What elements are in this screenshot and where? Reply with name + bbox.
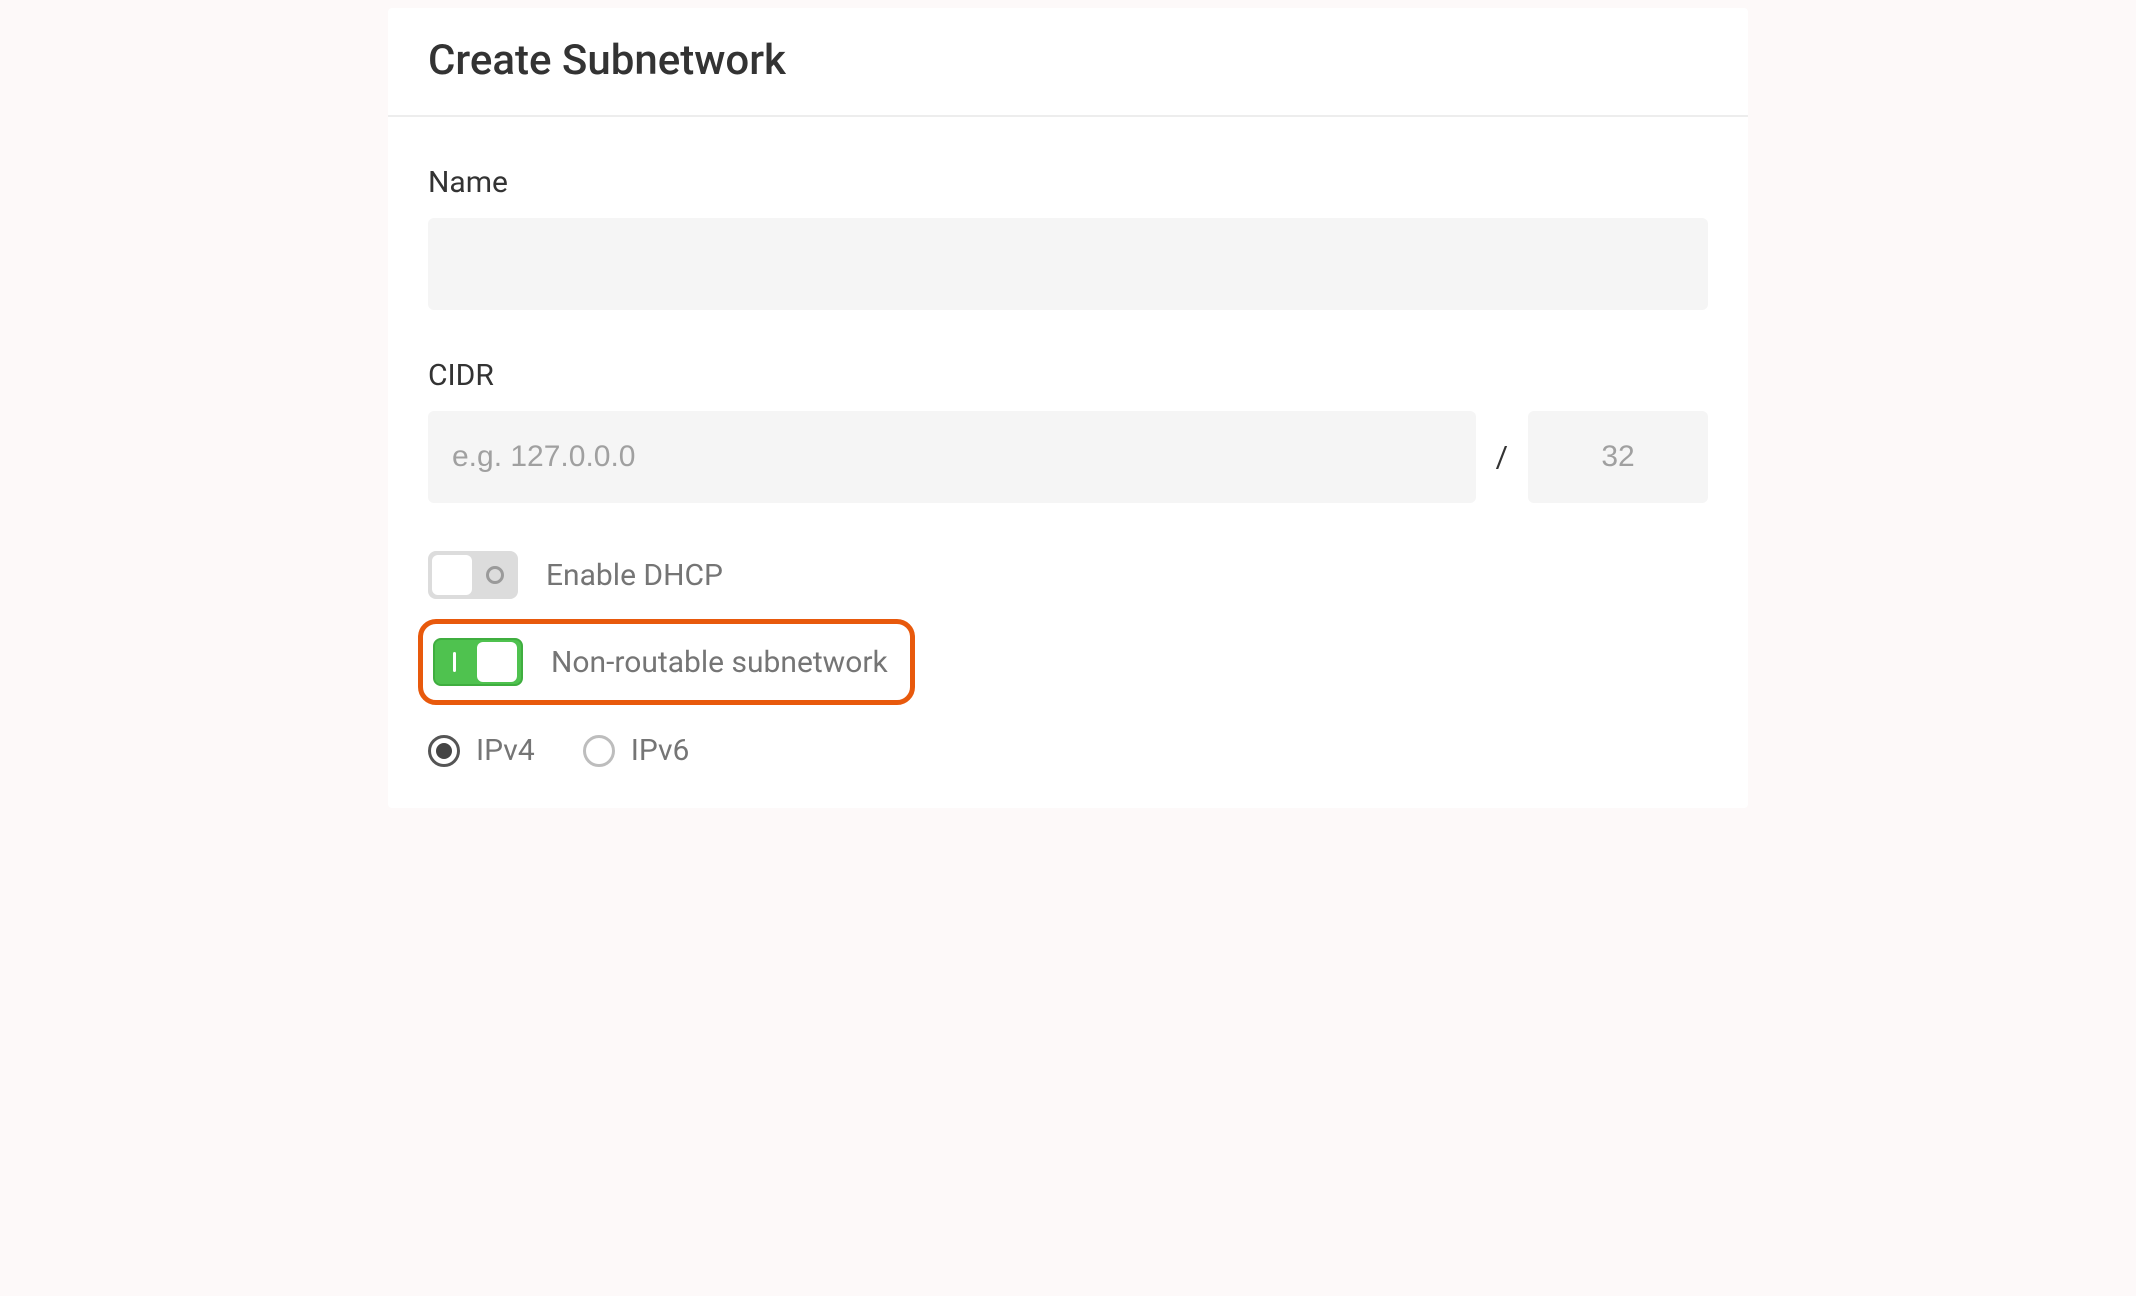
non-routable-highlight: Non-routable subnetwork <box>418 619 915 705</box>
toggle-knob <box>432 555 472 595</box>
dhcp-toggle-row: Enable DHCP <box>428 551 1708 599</box>
create-subnetwork-panel: Create Subnetwork Name CIDR / Enable DHC… <box>388 8 1748 808</box>
ipv4-radio[interactable]: IPv4 <box>428 733 535 768</box>
radio-dot-icon <box>436 743 452 759</box>
non-routable-toggle[interactable] <box>433 638 523 686</box>
cidr-label: CIDR <box>428 358 1708 393</box>
name-input[interactable] <box>428 218 1708 310</box>
ipv4-label: IPv4 <box>476 733 535 768</box>
cidr-group: CIDR / <box>428 358 1708 503</box>
panel-body: Name CIDR / Enable DHCP Non-routable s <box>388 117 1748 808</box>
non-routable-toggle-label: Non-routable subnetwork <box>551 645 888 680</box>
cidr-slash: / <box>1496 440 1508 475</box>
panel-title: Create Subnetwork <box>428 36 1708 85</box>
toggle-on-icon <box>453 652 456 672</box>
toggle-knob <box>477 642 517 682</box>
dhcp-toggle-label: Enable DHCP <box>546 558 723 593</box>
dhcp-toggle[interactable] <box>428 551 518 599</box>
ip-version-group: IPv4 IPv6 <box>428 733 1708 768</box>
cidr-ip-input[interactable] <box>428 411 1476 503</box>
cidr-prefix-input[interactable] <box>1528 411 1708 503</box>
ipv6-radio[interactable]: IPv6 <box>583 733 690 768</box>
radio-checked-icon <box>428 735 460 767</box>
toggle-off-icon <box>486 566 504 584</box>
ipv6-label: IPv6 <box>631 733 690 768</box>
cidr-row: / <box>428 411 1708 503</box>
panel-header: Create Subnetwork <box>388 8 1748 117</box>
name-group: Name <box>428 165 1708 310</box>
radio-unchecked-icon <box>583 735 615 767</box>
name-label: Name <box>428 165 1708 200</box>
